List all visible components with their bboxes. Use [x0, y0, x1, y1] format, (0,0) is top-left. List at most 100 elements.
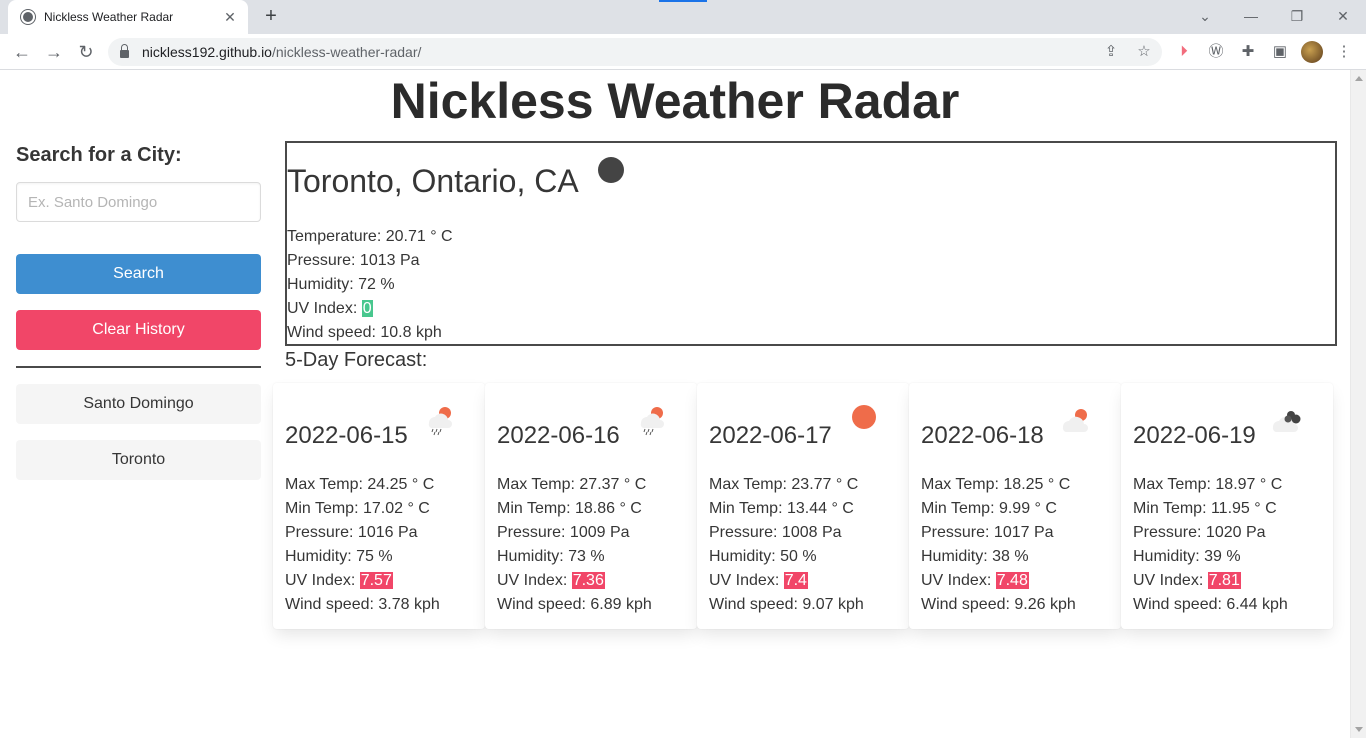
current-pressure: Pressure: 1013 Pa — [287, 252, 420, 269]
forecast-details: Max Temp: 27.37 ° C Min Temp: 18.86 ° C … — [497, 473, 652, 617]
forecast-card: 2022-06-19 Max Temp: 18.97 ° C Min Temp:… — [1121, 383, 1333, 629]
current-weather-panel: Toronto, Ontario, CA Temperature: 20.71 … — [285, 141, 1337, 346]
partly-cloudy-icon — [1062, 409, 1088, 432]
extension-cast-icon[interactable]: ⏵ — [1174, 42, 1194, 62]
forecast-details: Max Temp: 18.25 ° C Min Temp: 9.99 ° C P… — [921, 473, 1076, 617]
back-icon[interactable]: ← — [10, 40, 34, 64]
forecast-pressure: Pressure: 1009 Pa — [497, 524, 630, 541]
forecast-max-temp: Max Temp: 27.37 ° C — [497, 476, 647, 493]
sun-icon — [852, 405, 876, 429]
forecast-card: 2022-06-15 Max Temp: 24.25 ° C Min Temp:… — [273, 383, 485, 629]
current-uv: UV Index: 0 — [287, 300, 373, 317]
rain-sun-icon — [428, 407, 452, 436]
search-button[interactable]: Search — [16, 254, 261, 294]
forecast-humidity: Humidity: 50 % — [709, 548, 817, 565]
cloudy-icon — [1272, 411, 1301, 432]
uv-badge: 7.48 — [995, 572, 1029, 589]
forecast-humidity: Humidity: 75 % — [285, 548, 393, 565]
tab-search-icon[interactable]: ⌄ — [1194, 6, 1216, 26]
uv-badge: 7.4 — [783, 572, 808, 589]
forecast-humidity: Humidity: 38 % — [921, 548, 1029, 565]
page-title: Nickless Weather Radar — [390, 73, 960, 129]
uv-badge: 0 — [361, 300, 373, 317]
sidebar: Search for a City: Search Clear History … — [16, 142, 261, 496]
history-item-santo-domingo[interactable]: Santo Domingo — [16, 384, 261, 424]
forecast-max-temp: Max Temp: 18.25 ° C — [921, 476, 1071, 493]
tab-title: Nickless Weather Radar — [44, 10, 174, 24]
forecast-cards: 2022-06-15 Max Temp: 24.25 ° C Min Temp:… — [273, 383, 1333, 629]
forecast-card: 2022-06-17 Max Temp: 23.77 ° C Min Temp:… — [697, 383, 909, 629]
forecast-uv: UV Index: 7.4 — [709, 572, 808, 589]
url-text: nickless192.github.io/nickless-weather-r… — [142, 44, 422, 60]
tab-indicator — [659, 0, 707, 2]
new-tab-button[interactable]: + — [259, 5, 283, 29]
forecast-details: Max Temp: 18.97 ° C Min Temp: 11.95 ° C … — [1133, 473, 1288, 617]
forecast-uv: UV Index: 7.48 — [921, 572, 1029, 589]
browser-tabbar: Nickless Weather Radar ✕ + ⌄ — ❐ ✕ — [0, 0, 1366, 34]
close-tab-icon[interactable]: ✕ — [222, 9, 238, 26]
forecast-card: 2022-06-16 Max Temp: 27.37 ° C Min Temp:… — [485, 383, 697, 629]
scroll-down-icon[interactable] — [1355, 727, 1363, 732]
forecast-min-temp: Min Temp: 18.86 ° C — [497, 500, 642, 517]
uv-badge: 7.81 — [1207, 572, 1241, 589]
page-scrollbar[interactable] — [1350, 70, 1366, 738]
divider — [16, 366, 261, 368]
profile-avatar[interactable] — [1301, 41, 1323, 63]
current-details: Temperature: 20.71 ° C Pressure: 1013 Pa… — [287, 225, 453, 345]
minimize-button[interactable]: — — [1240, 6, 1262, 26]
forecast-pressure: Pressure: 1017 Pa — [921, 524, 1054, 541]
forecast-date: 2022-06-19 — [1133, 422, 1256, 449]
forecast-pressure: Pressure: 1008 Pa — [709, 524, 842, 541]
address-bar[interactable]: nickless192.github.io/nickless-weather-r… — [108, 38, 1162, 66]
browser-toolbar: ← → ↻ nickless192.github.io/nickless-wea… — [0, 34, 1366, 70]
current-temperature: Temperature: 20.71 ° C — [287, 228, 453, 245]
forecast-max-temp: Max Temp: 24.25 ° C — [285, 476, 435, 493]
forecast-card: 2022-06-18 Max Temp: 18.25 ° C Min Temp:… — [909, 383, 1121, 629]
uv-badge: 7.36 — [571, 572, 605, 589]
forecast-max-temp: Max Temp: 23.77 ° C — [709, 476, 859, 493]
scroll-up-icon[interactable] — [1355, 76, 1363, 81]
restore-button[interactable]: ❐ — [1286, 6, 1308, 26]
current-wind: Wind speed: 10.8 kph — [287, 324, 442, 341]
extensions-puzzle-icon[interactable]: ✚ — [1238, 42, 1258, 62]
forecast-uv: UV Index: 7.57 — [285, 572, 393, 589]
current-humidity: Humidity: 72 % — [287, 276, 395, 293]
forecast-humidity: Humidity: 73 % — [497, 548, 605, 565]
forecast-min-temp: Min Temp: 9.99 ° C — [921, 500, 1057, 517]
forecast-max-temp: Max Temp: 18.97 ° C — [1133, 476, 1283, 493]
forecast-min-temp: Min Temp: 11.95 ° C — [1133, 500, 1277, 517]
forecast-wind: Wind speed: 3.78 kph — [285, 596, 440, 613]
night-clear-icon — [598, 157, 624, 183]
forecast-pressure: Pressure: 1020 Pa — [1133, 524, 1266, 541]
lock-icon — [120, 44, 129, 58]
forecast-date: 2022-06-15 — [285, 422, 408, 449]
share-icon[interactable]: ⇪ — [1102, 43, 1120, 61]
forward-icon[interactable]: → — [42, 40, 66, 64]
menu-kebab-icon[interactable]: ⋮ — [1334, 42, 1354, 62]
current-city: Toronto, Ontario, CA — [287, 163, 579, 199]
rain-sun-icon — [640, 407, 664, 436]
forecast-min-temp: Min Temp: 13.44 ° C — [709, 500, 854, 517]
bookmark-star-icon[interactable]: ☆ — [1135, 43, 1153, 61]
search-label: Search for a City: — [16, 144, 182, 166]
forecast-date: 2022-06-16 — [497, 422, 620, 449]
browser-tab[interactable]: Nickless Weather Radar ✕ — [8, 0, 248, 34]
forecast-pressure: Pressure: 1016 Pa — [285, 524, 418, 541]
history-item-toronto[interactable]: Toronto — [16, 440, 261, 480]
reload-icon[interactable]: ↻ — [74, 40, 98, 64]
forecast-date: 2022-06-18 — [921, 422, 1044, 449]
forecast-wind: Wind speed: 9.07 kph — [709, 596, 864, 613]
wordpress-icon[interactable]: Ⓦ — [1206, 42, 1226, 62]
city-search-input[interactable] — [16, 182, 261, 222]
forecast-uv: UV Index: 7.81 — [1133, 572, 1241, 589]
forecast-wind: Wind speed: 6.89 kph — [497, 596, 652, 613]
forecast-uv: UV Index: 7.36 — [497, 572, 605, 589]
forecast-wind: Wind speed: 6.44 kph — [1133, 596, 1288, 613]
history-list: Santo Domingo Toronto — [16, 384, 261, 480]
forecast-wind: Wind speed: 9.26 kph — [921, 596, 1076, 613]
globe-icon — [20, 9, 36, 25]
clear-history-button[interactable]: Clear History — [16, 310, 261, 350]
uv-badge: 7.57 — [359, 572, 393, 589]
close-window-button[interactable]: ✕ — [1332, 6, 1354, 26]
side-panel-icon[interactable]: ▣ — [1270, 42, 1290, 62]
